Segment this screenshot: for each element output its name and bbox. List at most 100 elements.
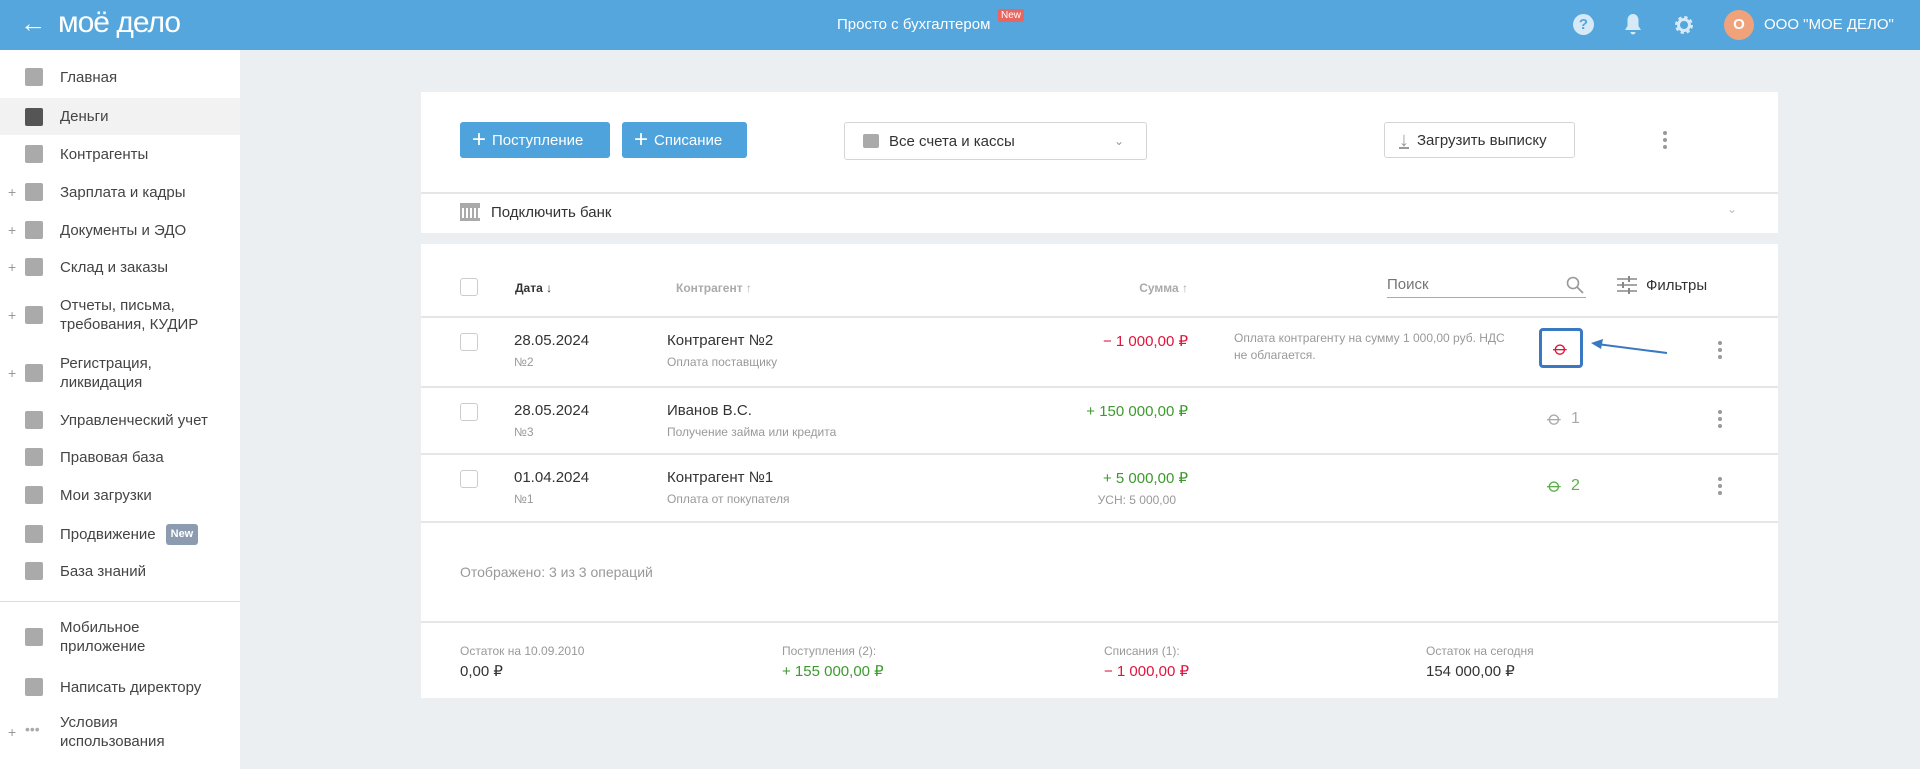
expand-icon[interactable]: +: [8, 307, 16, 323]
row-comment: Оплата контрагенту на сумму 1 000,00 руб…: [1234, 331, 1505, 362]
avatar[interactable]: О: [1724, 10, 1754, 40]
expand-icon[interactable]: +: [8, 724, 16, 740]
table-row[interactable]: 01.04.2024 №1 Контрагент №1 Оплата от по…: [421, 455, 1778, 521]
top-header: ← моё дело Просто с бухгалтером New ? О …: [0, 0, 1920, 50]
paperclip-icon: ⌀: [1542, 406, 1567, 431]
person-icon: [25, 145, 43, 163]
row-contractor[interactable]: Иванов В.С.: [667, 402, 752, 419]
row-contractor[interactable]: Контрагент №1: [667, 469, 773, 486]
filters-button[interactable]: Фильтры: [1617, 276, 1707, 294]
annotation-arrow: [1591, 339, 1668, 354]
attachment-button[interactable]: ⌀ 2: [1543, 473, 1580, 498]
row-contractor[interactable]: Контрагент №2: [667, 332, 773, 349]
date-column-header[interactable]: Дата ↓: [515, 281, 552, 295]
sidebar-item-contractors[interactable]: Контрагенты: [0, 145, 240, 163]
sidebar-item-documents[interactable]: + Документы и ЭДО: [0, 221, 240, 239]
paperclip-icon: ⌀: [1542, 473, 1567, 498]
report-icon: [25, 306, 43, 324]
sidebar-item-money[interactable]: Деньги: [0, 98, 240, 135]
sidebar-item-write-director[interactable]: Написать директору: [0, 678, 240, 696]
attachment-button[interactable]: ⌀: [1539, 328, 1583, 368]
plus-icon: +: [472, 126, 487, 153]
row-sum: + 5 000,00 ₽: [1102, 470, 1188, 487]
sidebar-item-management[interactable]: Управленческий учет: [0, 411, 240, 429]
income-total-value: + 155 000,00 ₽: [782, 663, 884, 680]
money-icon: [25, 107, 43, 126]
new-badge: New: [998, 9, 1025, 22]
row-date: 01.04.2024: [514, 469, 590, 486]
dots-icon: •••: [25, 721, 40, 737]
sidebar-item-salary[interactable]: + Зарплата и кадры: [0, 183, 240, 201]
chart-icon: [25, 525, 43, 543]
row-checkbox[interactable]: [460, 403, 478, 421]
sidebar-item-legal[interactable]: Правовая база: [0, 448, 240, 466]
row-checkbox[interactable]: [460, 333, 478, 351]
sidebar-item-uploads[interactable]: Мои загрузки: [0, 486, 240, 504]
sidebar-item-registration[interactable]: + Регистрация, ликвидация: [0, 355, 240, 391]
sidebar-item-promotion[interactable]: Продвижение New: [0, 523, 240, 545]
row-checkbox[interactable]: [460, 470, 478, 488]
attachment-button[interactable]: ⌀ 1: [1543, 406, 1580, 431]
sidebar-item-mobile[interactable]: Мобильное приложение: [0, 619, 240, 655]
select-all-checkbox[interactable]: [460, 278, 478, 296]
table-row[interactable]: 28.05.2024 №3 Иванов В.С. Получение займ…: [421, 388, 1778, 453]
sidebar-item-terms[interactable]: + ••• Условия использования: [0, 714, 240, 750]
plus-icon: +: [634, 126, 649, 153]
toolbar-card: + Поступление + Списание Все счета и кассы…: [421, 92, 1778, 233]
search-input[interactable]: [1387, 272, 1586, 298]
phone-icon: [25, 628, 43, 646]
expand-icon[interactable]: +: [8, 365, 16, 381]
sidebar-item-knowledge[interactable]: База знаний: [0, 562, 240, 580]
expand-icon[interactable]: +: [8, 259, 16, 275]
opening-balance-value: 0,00 ₽: [460, 663, 503, 680]
more-menu-icon[interactable]: [1663, 131, 1667, 152]
folder-icon: [25, 221, 43, 239]
expand-icon[interactable]: +: [8, 184, 16, 200]
accountant-link[interactable]: Просто с бухгалтером: [837, 16, 990, 33]
upload-statement-button[interactable]: ↓ Загрузить выписку: [1384, 122, 1575, 158]
sidebar-item-warehouse[interactable]: + Склад и заказы: [0, 258, 240, 276]
opening-balance-label: Остаток на 10.09.2010: [460, 644, 585, 658]
connect-bank-link[interactable]: Подключить банк: [460, 203, 611, 221]
add-income-button[interactable]: + Поступление: [460, 122, 610, 158]
sidebar-divider: [0, 601, 240, 602]
graduation-icon: [25, 562, 43, 580]
home-icon: [25, 68, 43, 86]
sum-column-header[interactable]: Сумма ↑: [1136, 281, 1188, 295]
accounts-select[interactable]: Все счета и кассы ⌄: [844, 122, 1147, 160]
warehouse-icon: [25, 258, 43, 276]
org-name[interactable]: ООО "МОЕ ДЕЛО": [1764, 16, 1894, 33]
row-date: 28.05.2024: [514, 402, 590, 419]
add-expense-button[interactable]: + Списание: [622, 122, 747, 158]
row-menu-icon[interactable]: [1718, 341, 1722, 362]
row-purpose: Оплата от покупателя: [667, 492, 790, 506]
sidebar: Главная Деньги Контрагенты + Зарплата и к…: [0, 50, 240, 769]
bank-icon: [460, 203, 480, 221]
chevron-down-icon[interactable]: ⌄: [1727, 202, 1737, 216]
filters-icon: [1617, 276, 1637, 294]
search-icon[interactable]: [1566, 276, 1584, 294]
contractor-column-header[interactable]: Контрагент ↑: [676, 281, 752, 295]
logo[interactable]: моё дело: [58, 6, 181, 40]
registration-icon: [25, 364, 43, 382]
table-row[interactable]: 28.05.2024 №2 Контрагент №2 Оплата поста…: [421, 318, 1778, 386]
help-icon[interactable]: ?: [1573, 14, 1594, 35]
gear-icon[interactable]: [1673, 14, 1695, 36]
folder-icon: [25, 486, 43, 504]
bell-icon[interactable]: [1624, 13, 1642, 35]
row-purpose: Получение займа или кредита: [667, 425, 837, 439]
sidebar-item-home[interactable]: Главная: [0, 68, 240, 86]
ruble-icon: [25, 411, 43, 429]
income-total-label: Поступления (2):: [782, 644, 877, 658]
shown-count: Отображено: 3 из 3 операций: [460, 564, 653, 580]
row-menu-icon[interactable]: [1718, 410, 1722, 431]
row-purpose: Оплата поставщику: [667, 355, 778, 369]
back-arrow-icon[interactable]: ←: [20, 8, 46, 39]
sidebar-item-reports[interactable]: + Отчеты, письма, требования, КУДИР: [0, 297, 240, 333]
expand-icon[interactable]: +: [8, 222, 16, 238]
row-date: 28.05.2024: [514, 332, 590, 349]
row-menu-icon[interactable]: [1718, 477, 1722, 498]
wallet-icon: [25, 183, 43, 201]
current-balance-value: 154 000,00 ₽: [1426, 663, 1515, 680]
divider: [421, 192, 1778, 194]
